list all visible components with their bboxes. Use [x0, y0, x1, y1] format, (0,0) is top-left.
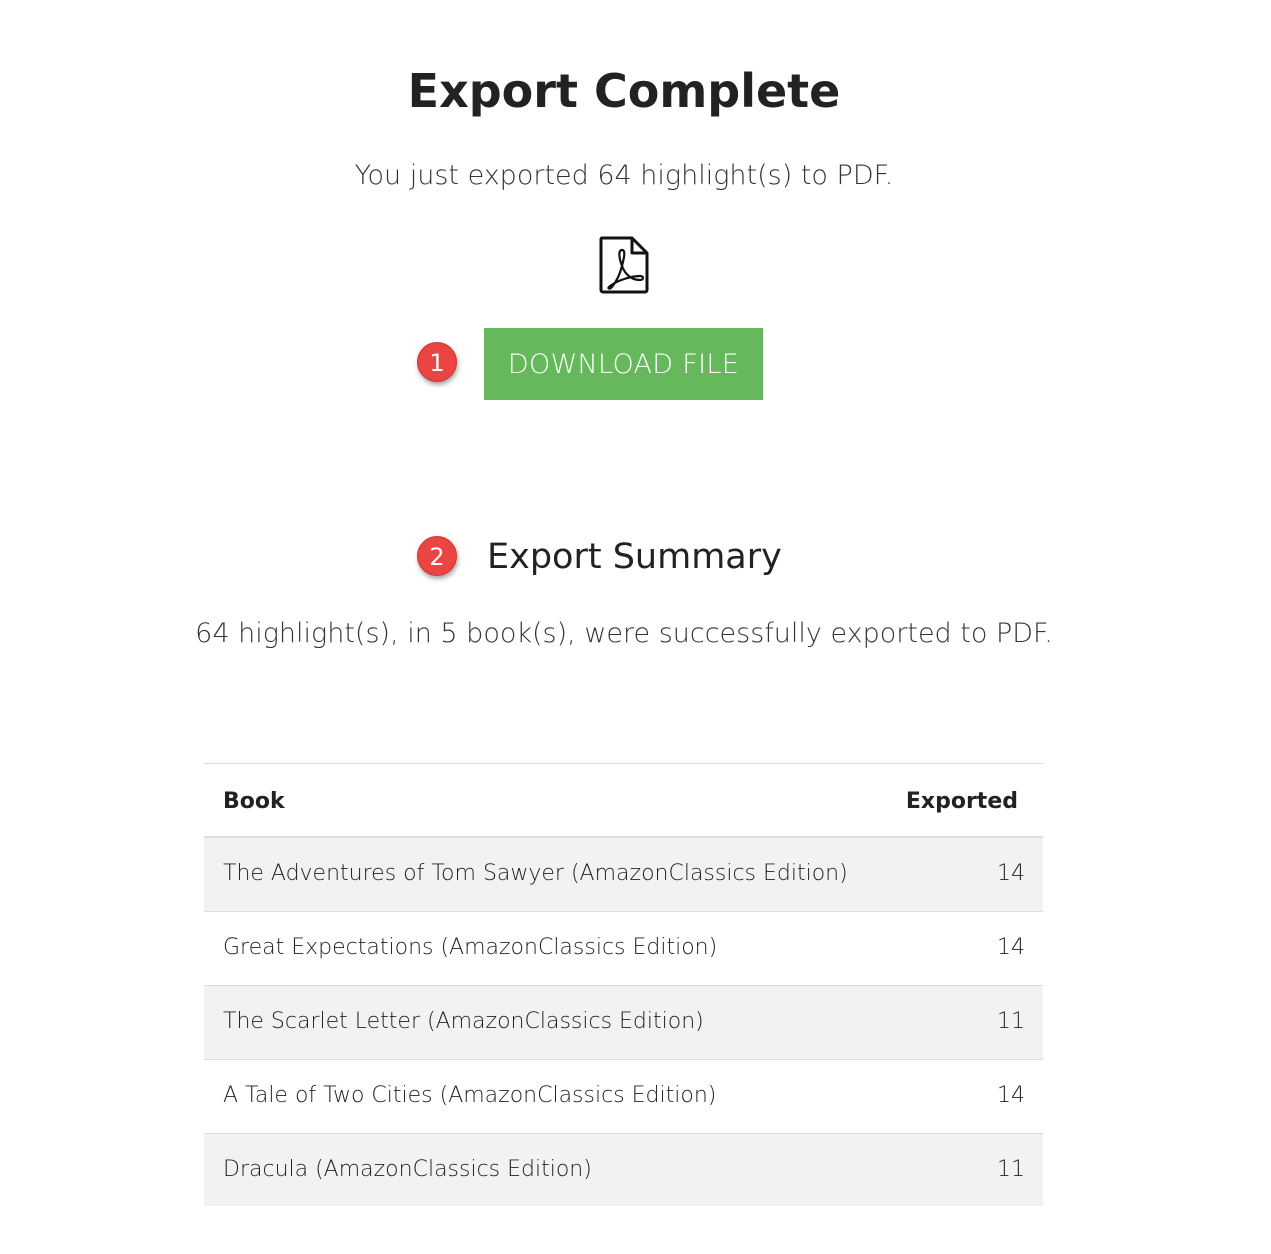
summary-heading: Export Summary — [487, 537, 782, 577]
book-title-cell: The Scarlet Letter (AmazonClassics Editi… — [223, 1009, 704, 1034]
book-title-cell: A Tale of Two Cities (AmazonClassics Edi… — [223, 1083, 717, 1108]
table-row: A Tale of Two Cities (AmazonClassics Edi… — [204, 1060, 1043, 1134]
summary-message: 64 highlight(s), in 5 book(s), were succ… — [195, 618, 1053, 649]
exported-count-cell: 14 — [997, 861, 1025, 886]
table-row: Great Expectations (AmazonClassics Editi… — [204, 912, 1043, 986]
export-summary-table: Book Exported The Adventures of Tom Sawy… — [204, 763, 1043, 1206]
table-row: The Adventures of Tom Sawyer (AmazonClas… — [204, 838, 1043, 912]
table-header: Book Exported — [204, 764, 1043, 838]
exported-count-cell: 11 — [997, 1157, 1025, 1182]
column-header-exported: Exported — [905, 789, 1018, 814]
export-message: You just exported 64 highlight(s) to PDF… — [354, 160, 894, 191]
table-row: The Scarlet Letter (AmazonClassics Editi… — [204, 986, 1043, 1060]
column-header-book: Book — [223, 789, 285, 814]
table-body: The Adventures of Tom Sawyer (AmazonClas… — [204, 838, 1043, 1206]
annotation-marker-1: 1 — [417, 342, 457, 382]
pdf-file-icon — [599, 236, 649, 294]
annotation-marker-2: 2 — [417, 536, 457, 576]
book-title-cell: The Adventures of Tom Sawyer (AmazonClas… — [223, 861, 848, 886]
download-file-button[interactable]: DOWNLOAD FILE — [484, 328, 763, 400]
exported-count-cell: 14 — [997, 935, 1025, 960]
exported-count-cell: 11 — [997, 1009, 1025, 1034]
book-title-cell: Great Expectations (AmazonClassics Editi… — [223, 935, 718, 960]
page-title: Export Complete — [407, 64, 841, 118]
exported-count-cell: 14 — [997, 1083, 1025, 1108]
book-title-cell: Dracula (AmazonClassics Edition) — [223, 1157, 592, 1182]
table-row: Dracula (AmazonClassics Edition) 11 — [204, 1134, 1043, 1206]
